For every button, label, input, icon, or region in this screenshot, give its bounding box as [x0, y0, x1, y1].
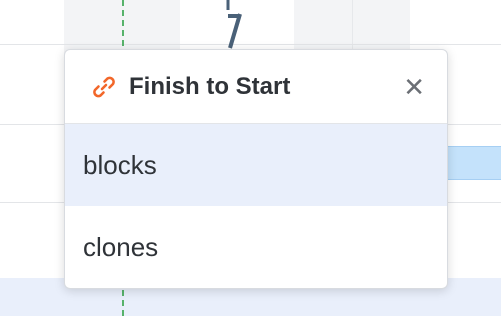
link-option-blocks[interactable]: blocks [65, 124, 447, 206]
option-label: clones [83, 231, 159, 262]
option-label: blocks [83, 149, 157, 180]
dependency-link-line [226, 0, 242, 49]
task-bar[interactable] [440, 146, 501, 180]
popup-title: Finish to Start [129, 72, 291, 100]
close-icon[interactable]: ✕ [403, 74, 425, 100]
grid-row-line [0, 44, 501, 45]
link-type-popup: Finish to Start ✕ blocks clones [64, 49, 448, 289]
popup-header: Finish to Start ✕ [65, 50, 447, 124]
link-option-clones[interactable]: clones [65, 206, 447, 288]
link-icon [91, 74, 117, 100]
